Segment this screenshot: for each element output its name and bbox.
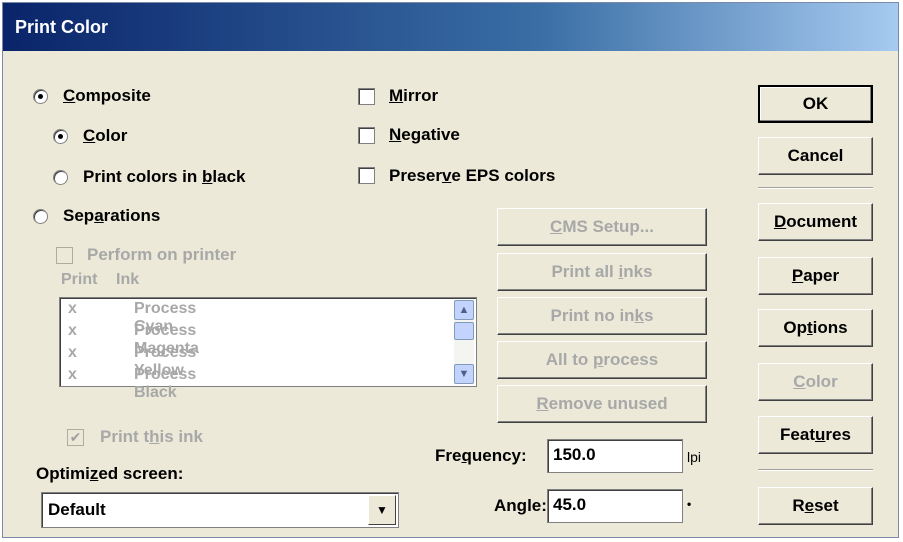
print-this-ink-label: Print this ink <box>100 427 203 446</box>
mirror-label[interactable]: Mirror <box>389 86 438 106</box>
cancel-button[interactable]: Cancel <box>758 137 873 175</box>
print-this-ink-checkbox[interactable]: ✔ <box>67 429 84 446</box>
ink-header-print: Print <box>61 271 98 288</box>
negative-checkbox[interactable] <box>358 127 375 144</box>
color-radio[interactable] <box>53 129 68 144</box>
remove-unused-button[interactable]: Remove unused <box>497 385 707 423</box>
scroll-up-icon[interactable]: ▲ <box>454 300 474 320</box>
perform-on-printer-checkbox[interactable] <box>56 247 73 264</box>
reset-button[interactable]: Reset <box>758 487 873 525</box>
optimized-screen-label: Optimized screen: <box>36 464 184 483</box>
composite-radio[interactable] <box>33 89 48 104</box>
preserve-eps-colors-checkbox[interactable] <box>358 167 375 184</box>
frequency-unit: lpi <box>687 449 702 465</box>
scroll-thumb[interactable] <box>454 322 474 340</box>
composite-label[interactable]: Composite <box>63 86 151 106</box>
ink-list-scrollbar[interactable]: ▲ ▼ <box>454 300 474 384</box>
print-no-inks-button[interactable]: Print no inks <box>497 297 707 335</box>
separator <box>758 469 873 471</box>
all-to-process-button[interactable]: All to process <box>497 341 707 379</box>
separations-radio[interactable] <box>33 209 48 224</box>
features-button[interactable]: Features <box>758 416 873 454</box>
color-button[interactable]: Color <box>758 363 873 401</box>
separator <box>758 187 873 189</box>
title-bar: Print Color <box>3 3 898 51</box>
negative-label[interactable]: Negative <box>389 125 460 145</box>
angle-label: Angle: <box>494 496 547 515</box>
options-button[interactable]: Options <box>758 309 873 347</box>
frequency-label: Frequency: <box>435 446 527 465</box>
mirror-checkbox[interactable] <box>358 88 375 105</box>
optimized-screen-value: Default <box>48 500 106 519</box>
chevron-down-icon[interactable]: ▼ <box>368 495 396 525</box>
document-button[interactable]: Document <box>758 203 873 241</box>
ink-header-ink: Ink <box>116 271 140 288</box>
color-label[interactable]: Color <box>83 126 127 146</box>
optimized-screen-select[interactable]: Default ▼ <box>41 492 399 528</box>
print-color-dialog: Print Color Composite Color Print colors… <box>2 2 899 538</box>
separations-label[interactable]: Separations <box>63 206 160 226</box>
cms-setup-button[interactable]: CMS Setup... <box>497 208 707 246</box>
print-all-inks-button[interactable]: Print all inks <box>497 253 707 291</box>
ok-button[interactable]: OK <box>758 85 873 123</box>
checkmark-icon: ✔ <box>69 429 82 445</box>
degree-icon: • <box>687 497 692 511</box>
angle-input[interactable]: 45.0 <box>547 489 683 523</box>
frequency-input[interactable]: 150.0 <box>547 439 683 473</box>
preserve-eps-colors-label[interactable]: Preserve EPS colors <box>389 166 555 186</box>
print-colors-in-black-label[interactable]: Print colors in black <box>83 167 246 187</box>
window-title: Print Color <box>15 17 108 37</box>
scroll-down-icon[interactable]: ▼ <box>454 364 474 384</box>
ink-list[interactable]: x Process Cyan x Process Magenta x Process … <box>59 297 477 401</box>
perform-on-printer-label: Perform on printer <box>87 245 237 264</box>
print-colors-in-black-radio[interactable] <box>53 170 68 185</box>
paper-button[interactable]: Paper <box>758 257 873 295</box>
